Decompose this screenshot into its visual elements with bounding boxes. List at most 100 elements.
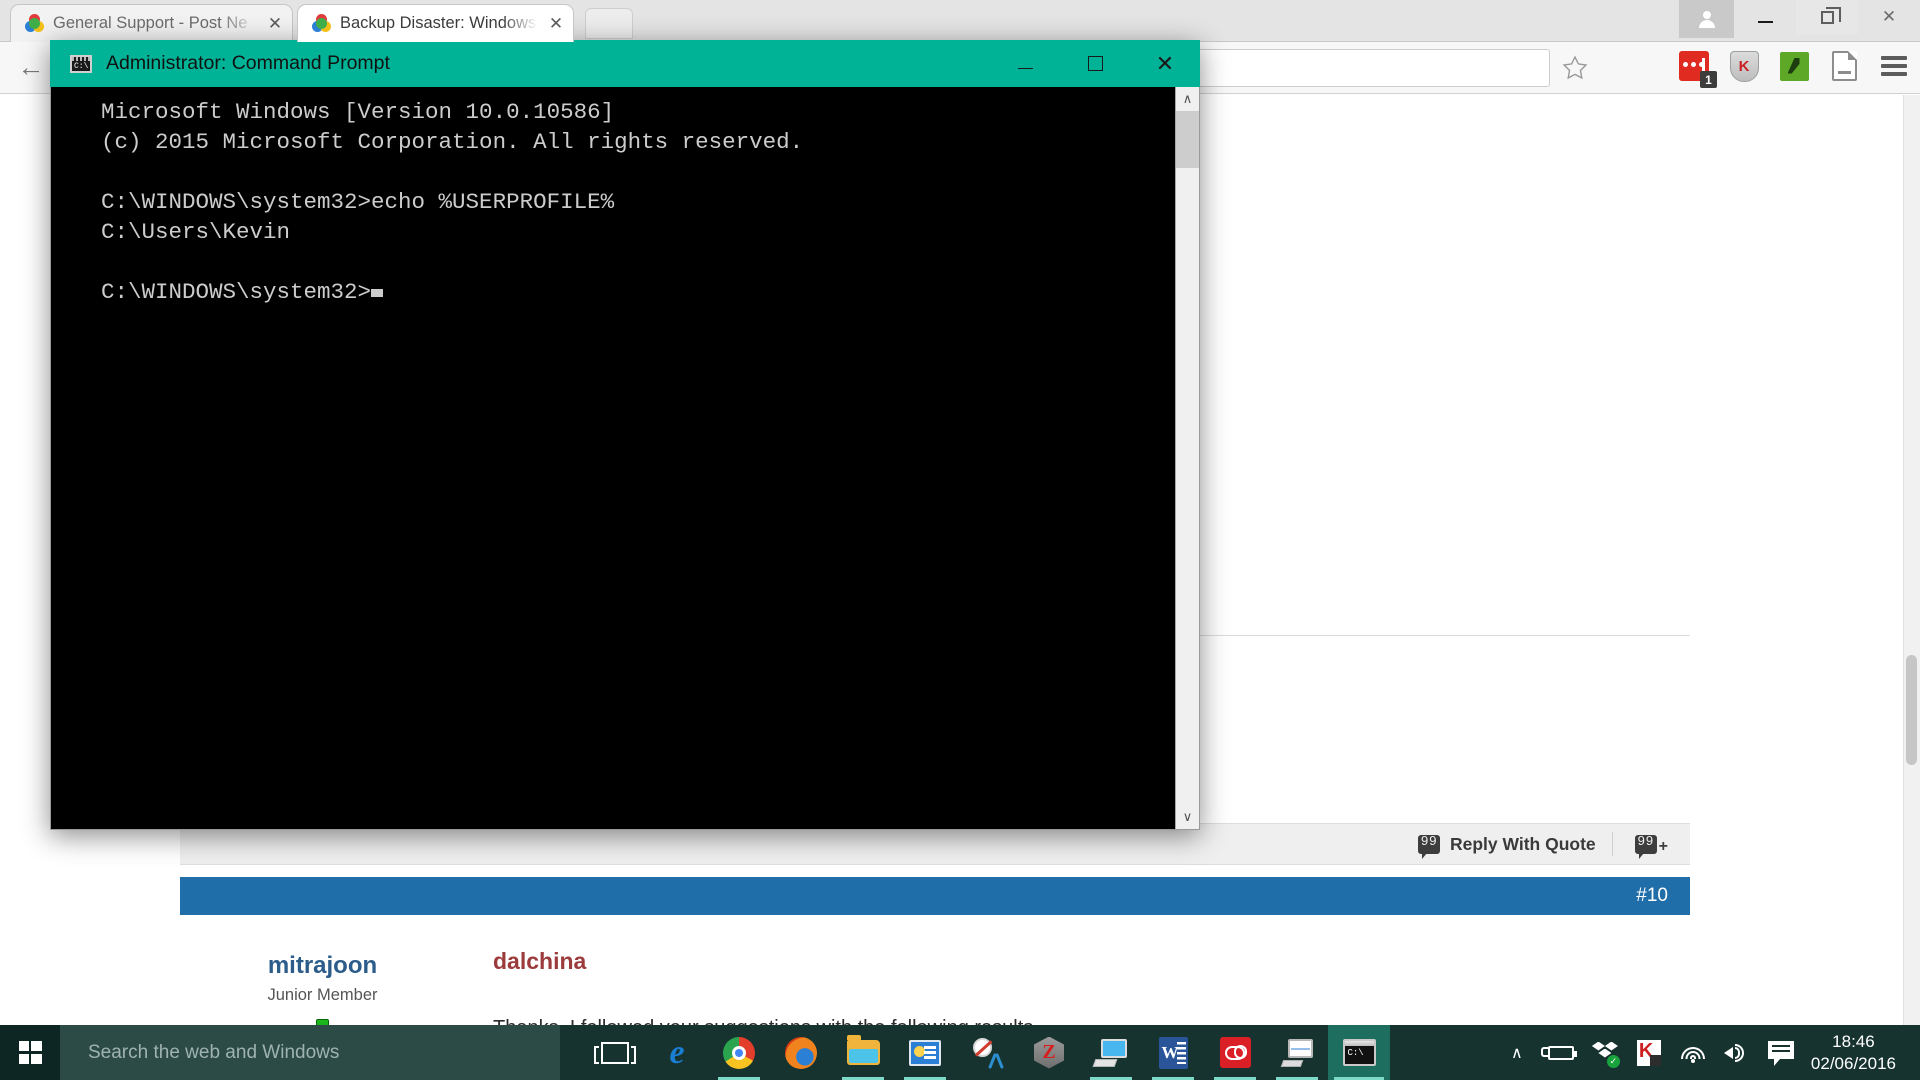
restore-button[interactable]: [1796, 0, 1858, 34]
post-username[interactable]: mitrajoon: [180, 952, 465, 980]
taskbar-app-chrome[interactable]: [708, 1025, 770, 1080]
arrow-left-icon: ←: [17, 52, 45, 82]
taskbar-app-file-explorer[interactable]: [832, 1025, 894, 1080]
system-tray: ∧ ✓ K 18:46 02/06/2016: [1495, 1025, 1920, 1080]
cmd-minimize-button[interactable]: [990, 40, 1060, 87]
green-note-icon[interactable]: [1776, 48, 1812, 84]
browser-tab-backup-disaster[interactable]: Backup Disaster: Windows ✕: [297, 4, 574, 42]
file-explorer-icon: [846, 1035, 880, 1065]
kaspersky-icon: K: [1636, 1039, 1661, 1066]
hamburger-menu-icon[interactable]: [1876, 48, 1912, 84]
command-prompt-window-controls: ✕: [990, 40, 1200, 87]
command-prompt-icon: C:\: [1342, 1039, 1376, 1066]
wifi-icon: [1680, 1043, 1706, 1063]
profile-icon[interactable]: [1679, 0, 1734, 38]
plus-label: +: [1658, 838, 1668, 855]
extension-toolbar: 1 K: [1676, 48, 1912, 88]
post-number-bar: #10: [180, 877, 1690, 915]
adblock-icon[interactable]: 1: [1676, 48, 1717, 88]
taskbar-app-remote-desktop[interactable]: [1080, 1025, 1142, 1080]
taskbar-app-command-prompt[interactable]: C:\: [1328, 1025, 1390, 1080]
adobe-creative-cloud-icon: [1219, 1037, 1251, 1068]
reply-with-quote-label: Reply With Quote: [1449, 833, 1596, 854]
zbrush-icon: Z: [1034, 1036, 1064, 1069]
task-manager-icon: [1280, 1038, 1314, 1067]
clock-date: 02/06/2016: [1810, 1053, 1896, 1073]
windows-taskbar: Search the web and Windows e Z W C:\ ∧ ✓…: [0, 1025, 1920, 1080]
command-prompt-title-bar[interactable]: C:\ Administrator: Command Prompt ✕: [50, 40, 1200, 87]
reply-with-quote-button[interactable]: 99 Reply With Quote: [1402, 833, 1612, 859]
clock-time: 18:46: [1832, 1032, 1875, 1052]
search-placeholder: Search the web and Windows: [88, 1041, 340, 1063]
browser-tab-general-support[interactable]: General Support - Post Ne ✕: [10, 4, 293, 42]
taskbar-app-task-manager[interactable]: [1266, 1025, 1328, 1080]
text-cursor: [371, 289, 384, 297]
post-number: #10: [1636, 885, 1668, 906]
post-intro: Thanks. I followed your suggestions with…: [493, 1013, 1650, 1025]
minimize-button[interactable]: [1734, 0, 1796, 34]
kaspersky-shield-icon[interactable]: K: [1726, 48, 1762, 84]
tray-battery[interactable]: [1539, 1025, 1583, 1080]
task-view-button[interactable]: [584, 1025, 646, 1080]
microsoft-word-icon: W: [1158, 1036, 1188, 1069]
taskbar-apps: e Z W C:\: [584, 1025, 1390, 1080]
google-chrome-icon: [723, 1036, 755, 1069]
bookmark-star-icon[interactable]: [1552, 53, 1598, 83]
console-scrollbar-thumb[interactable]: [1176, 111, 1199, 168]
microsoft-edge-icon: e: [669, 1033, 685, 1071]
page-scrollbar[interactable]: [1903, 95, 1920, 1025]
multiquote-icon: 99: [1634, 833, 1657, 859]
search-input[interactable]: Search the web and Windows: [60, 1025, 560, 1080]
console-output: Microsoft Windows [Version 10.0.10586] (…: [51, 87, 1175, 829]
console-scrollbar[interactable]: ∧ ∨: [1175, 87, 1199, 829]
kaspersky-letter: K: [1729, 50, 1759, 82]
chevron-up-icon: ∧: [1511, 1044, 1523, 1062]
ten-forums-favicon-icon: [312, 14, 331, 33]
taskbar-app-word[interactable]: W: [1142, 1025, 1204, 1080]
post-body: dalchina Thanks. I followed your suggest…: [465, 930, 1690, 1025]
taskbar-app-zbrush[interactable]: Z: [1018, 1025, 1080, 1080]
post-author-sidebar: mitrajoon Junior Member Join Date : Dec …: [180, 930, 465, 1025]
page-scrollbar-thumb[interactable]: [1906, 655, 1917, 765]
command-prompt-window[interactable]: C:\ Administrator: Command Prompt ✕ Micr…: [50, 40, 1200, 830]
tab-close-icon[interactable]: ✕: [547, 15, 565, 32]
adblock-badge: 1: [1700, 71, 1717, 88]
tray-volume[interactable]: [1715, 1025, 1759, 1080]
taskbar-app-creative-cloud[interactable]: [1204, 1025, 1266, 1080]
remote-desktop-icon: [1092, 1038, 1128, 1067]
multiquote-button[interactable]: 99 +: [1613, 832, 1690, 859]
quote-icon: 99: [1417, 833, 1440, 859]
tray-action-center[interactable]: [1759, 1025, 1803, 1080]
cmd-close-button[interactable]: ✕: [1130, 40, 1200, 87]
action-center-icon: [1767, 1040, 1794, 1066]
tray-dropbox[interactable]: ✓: [1583, 1025, 1627, 1080]
taskbar-clock[interactable]: 18:46 02/06/2016: [1803, 1031, 1914, 1074]
ten-forums-favicon-icon: [25, 14, 44, 33]
taskbar-app-edge[interactable]: e: [646, 1025, 708, 1080]
taskbar-app-blue-app[interactable]: [894, 1025, 956, 1080]
start-button[interactable]: [0, 1025, 60, 1080]
browser-window-controls: ✕: [1679, 0, 1920, 42]
console-text: Microsoft Windows [Version 10.0.10586] (…: [101, 99, 804, 305]
check-icon: ✓: [1606, 1054, 1620, 1068]
taskbar-app-snipping-tool[interactable]: [956, 1025, 1018, 1080]
windows-logo-icon: [18, 1041, 42, 1064]
scroll-down-icon[interactable]: ∨: [1176, 805, 1199, 829]
star-icon: [1562, 55, 1588, 80]
quoted-author[interactable]: dalchina: [493, 948, 1650, 975]
cmd-maximize-button[interactable]: [1060, 40, 1130, 87]
tray-kaspersky[interactable]: K: [1627, 1025, 1671, 1080]
document-icon[interactable]: [1826, 48, 1862, 84]
mozilla-firefox-icon: [785, 1036, 817, 1069]
command-prompt-console[interactable]: Microsoft Windows [Version 10.0.10586] (…: [50, 87, 1200, 830]
taskbar-app-firefox[interactable]: [770, 1025, 832, 1080]
scroll-up-icon[interactable]: ∧: [1176, 87, 1199, 111]
show-hidden-icons-button[interactable]: ∧: [1495, 1025, 1539, 1080]
battery-icon: [1540, 1045, 1577, 1060]
dropbox-icon: ✓: [1591, 1040, 1620, 1068]
new-tab-button[interactable]: [585, 8, 633, 39]
tab-close-icon[interactable]: ✕: [266, 15, 284, 32]
close-button[interactable]: ✕: [1858, 0, 1920, 34]
blue-app-icon: [909, 1039, 941, 1066]
tray-network[interactable]: [1671, 1025, 1715, 1080]
